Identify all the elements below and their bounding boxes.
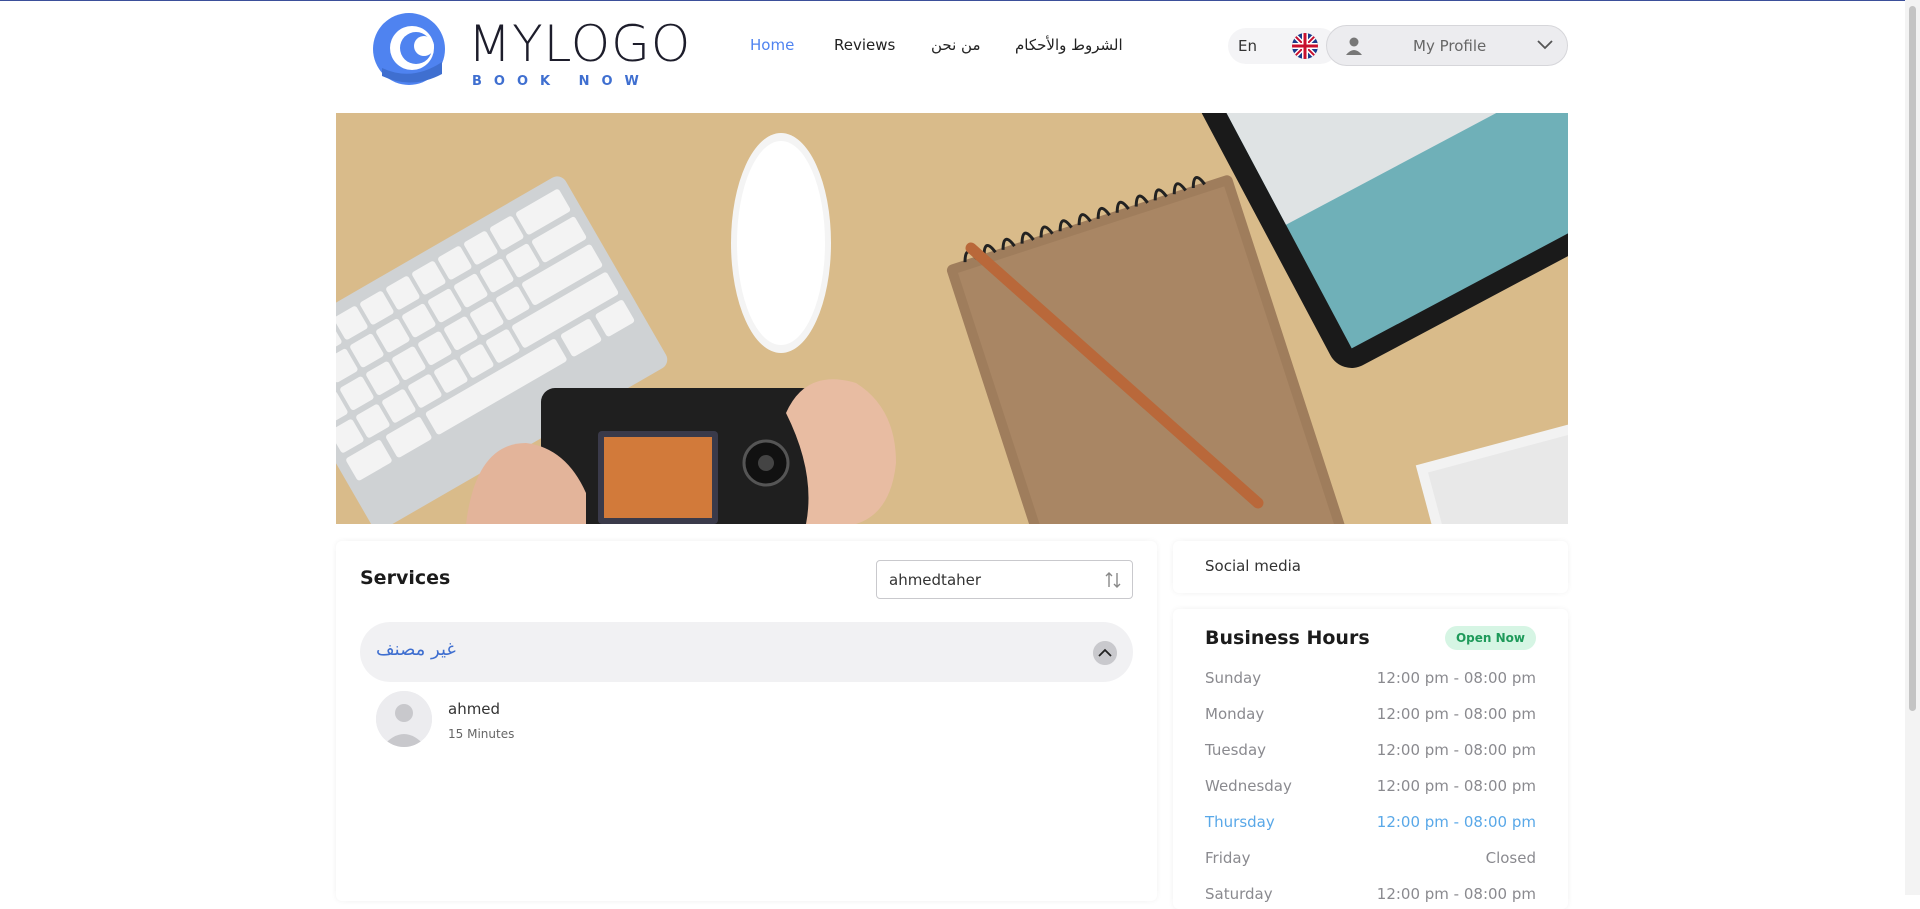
services-title: Services <box>360 567 451 589</box>
hours-row: Friday Closed <box>1205 849 1536 869</box>
hours-row: Monday 12:00 pm - 08:00 pm <box>1205 705 1536 725</box>
hours-day: Sunday <box>1205 669 1262 687</box>
logo-mark-icon <box>373 13 445 85</box>
hours-time: 12:00 pm - 08:00 pm <box>1376 705 1536 723</box>
hours-day: Thursday <box>1205 813 1275 831</box>
hours-row-today: Thursday 12:00 pm - 08:00 pm <box>1205 813 1536 833</box>
user-placeholder-icon <box>376 691 432 747</box>
status-badge: Open Now <box>1444 626 1536 650</box>
scrollbar-thumb[interactable] <box>1909 6 1916 711</box>
hours-time: 12:00 pm - 08:00 pm <box>1376 777 1536 795</box>
service-name: ahmed <box>448 700 501 718</box>
profile-label: My Profile <box>1413 37 1487 55</box>
hours-row: Wednesday 12:00 pm - 08:00 pm <box>1205 777 1536 797</box>
chevron-down-icon <box>1537 40 1553 50</box>
service-search-input[interactable]: ahmedtaher <box>876 560 1133 599</box>
category-accordion[interactable]: غير مصنف <box>360 622 1133 682</box>
logo[interactable]: MYLOGO BOOK NOW <box>372 12 702 90</box>
hours-row: Tuesday 12:00 pm - 08:00 pm <box>1205 741 1536 761</box>
user-icon <box>1346 37 1362 55</box>
hours-day: Tuesday <box>1205 741 1267 759</box>
page-scrollbar[interactable] <box>1905 0 1920 895</box>
hero-banner <box>336 113 1568 524</box>
social-media-card: Social media <box>1173 541 1568 593</box>
hours-row: Saturday 12:00 pm - 08:00 pm <box>1205 885 1536 905</box>
hours-time: 12:00 pm - 08:00 pm <box>1376 669 1536 687</box>
nav-terms[interactable]: الشروط والأحكام <box>1015 36 1123 54</box>
hours-row: Sunday 12:00 pm - 08:00 pm <box>1205 669 1536 689</box>
service-item[interactable]: ahmed 15 Minutes <box>376 691 1076 751</box>
hero-image <box>336 113 1568 524</box>
logo-text: MYLOGO <box>468 15 692 73</box>
hours-day: Friday <box>1205 849 1251 867</box>
logo-subtitle: BOOK NOW <box>472 74 651 89</box>
hours-day: Wednesday <box>1205 777 1292 795</box>
page: MYLOGO BOOK NOW Home Reviews من نحن الشر… <box>0 0 1920 909</box>
hours-day: Saturday <box>1205 885 1273 903</box>
hours-day: Monday <box>1205 705 1265 723</box>
services-card: Services ahmedtaher غير مصنف ahmed 15 Mi… <box>336 541 1157 901</box>
social-media-title: Social media <box>1205 557 1301 575</box>
nav-reviews[interactable]: Reviews <box>834 36 895 54</box>
hours-time: 12:00 pm - 08:00 pm <box>1376 885 1536 903</box>
category-label: غير مصنف <box>376 639 456 660</box>
hours-time: 12:00 pm - 08:00 pm <box>1376 813 1536 831</box>
hours-time: Closed <box>1485 849 1536 867</box>
language-label: En <box>1238 37 1257 55</box>
nav-home[interactable]: Home <box>750 36 794 54</box>
profile-dropdown[interactable]: My Profile <box>1326 25 1568 66</box>
chevron-up-icon[interactable] <box>1093 641 1117 665</box>
search-value: ahmedtaher <box>889 571 982 589</box>
hours-time: 12:00 pm - 08:00 pm <box>1376 741 1536 759</box>
service-duration: 15 Minutes <box>448 727 515 741</box>
language-switcher[interactable]: En <box>1228 28 1338 64</box>
business-hours-title: Business Hours <box>1205 627 1370 649</box>
service-avatar <box>376 691 432 747</box>
nav-about[interactable]: من نحن <box>931 36 981 54</box>
sort-icon[interactable] <box>1103 570 1123 590</box>
business-hours-card: Business Hours Open Now Sunday 12:00 pm … <box>1173 609 1568 909</box>
uk-flag-icon <box>1292 33 1318 59</box>
